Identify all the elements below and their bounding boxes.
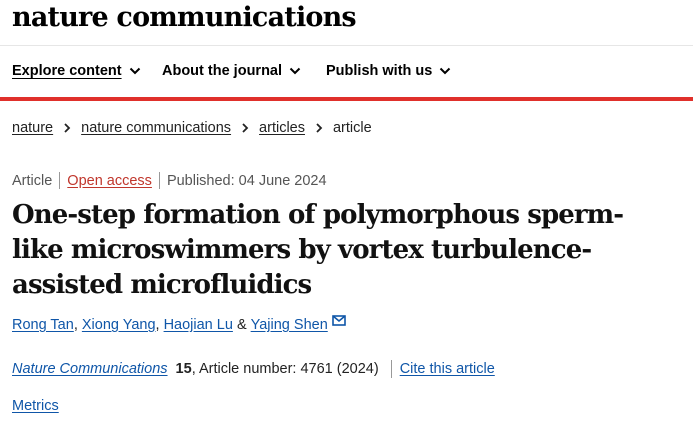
- breadcrumb-link-articles[interactable]: articles: [259, 120, 305, 136]
- volume-number: 15: [175, 361, 192, 377]
- breadcrumb-current: article: [332, 120, 372, 136]
- breadcrumb-link-nature-communications[interactable]: nature communications: [81, 120, 231, 136]
- open-access-link[interactable]: Open access: [67, 173, 152, 189]
- author-separator: ,: [73, 317, 82, 333]
- author-link[interactable]: Xiong Yang: [82, 317, 156, 333]
- nav-label: Explore content: [12, 63, 122, 79]
- chevron-down-icon: [289, 67, 301, 75]
- nav-label: Publish with us: [326, 63, 433, 79]
- breadcrumb: nature nature communications articles ar…: [12, 120, 372, 136]
- nav-about-journal[interactable]: About the journal: [162, 63, 301, 79]
- article-type: Article: [12, 172, 53, 189]
- conjunction-text: &: [236, 317, 247, 333]
- masthead: nature communications: [0, 0, 693, 46]
- metrics-link[interactable]: Metrics: [12, 398, 59, 414]
- chevron-down-icon: [129, 67, 140, 75]
- breadcrumb-link-nature[interactable]: nature: [12, 120, 53, 136]
- citation-divider: [390, 360, 392, 378]
- meta-divider: [158, 172, 160, 189]
- chevron-right-icon: [64, 123, 71, 133]
- author-conjunction: &: [233, 317, 251, 333]
- site-logo[interactable]: nature communications: [12, 2, 357, 33]
- article-title: One-step formation of polymorphous sperm…: [12, 200, 624, 300]
- citation-line: Nature Communications 15 , Article numbe…: [12, 360, 495, 378]
- main-nav: Explore content About the journal Publis…: [0, 46, 693, 101]
- chevron-down-icon: [440, 67, 451, 75]
- author-link[interactable]: Yajing Shen: [251, 317, 328, 333]
- nav-explore-content[interactable]: Explore content: [12, 63, 141, 79]
- meta-divider: [59, 172, 61, 189]
- article-meta: Article Open access Published: 04 June 2…: [12, 172, 327, 189]
- author-link[interactable]: Rong Tan: [12, 317, 74, 333]
- author-separator: ,: [155, 317, 164, 333]
- nav-publish-with-us[interactable]: Publish with us: [326, 63, 451, 79]
- nav-label: About the journal: [162, 63, 283, 79]
- mail-icon[interactable]: [331, 314, 346, 326]
- chevron-right-icon: [316, 123, 323, 133]
- chevron-right-icon: [242, 123, 249, 133]
- article-number: , Article number: 4761 (2024): [191, 361, 379, 377]
- journal-link[interactable]: Nature Communications: [12, 361, 168, 377]
- author-link[interactable]: Haojian Lu: [164, 317, 233, 333]
- cite-this-article-link[interactable]: Cite this article: [400, 361, 495, 377]
- published-date: Published: 04 June 2024: [166, 172, 327, 189]
- author-list: Rong Tan, Xiong Yang, Haojian Lu & Yajin…: [12, 314, 346, 333]
